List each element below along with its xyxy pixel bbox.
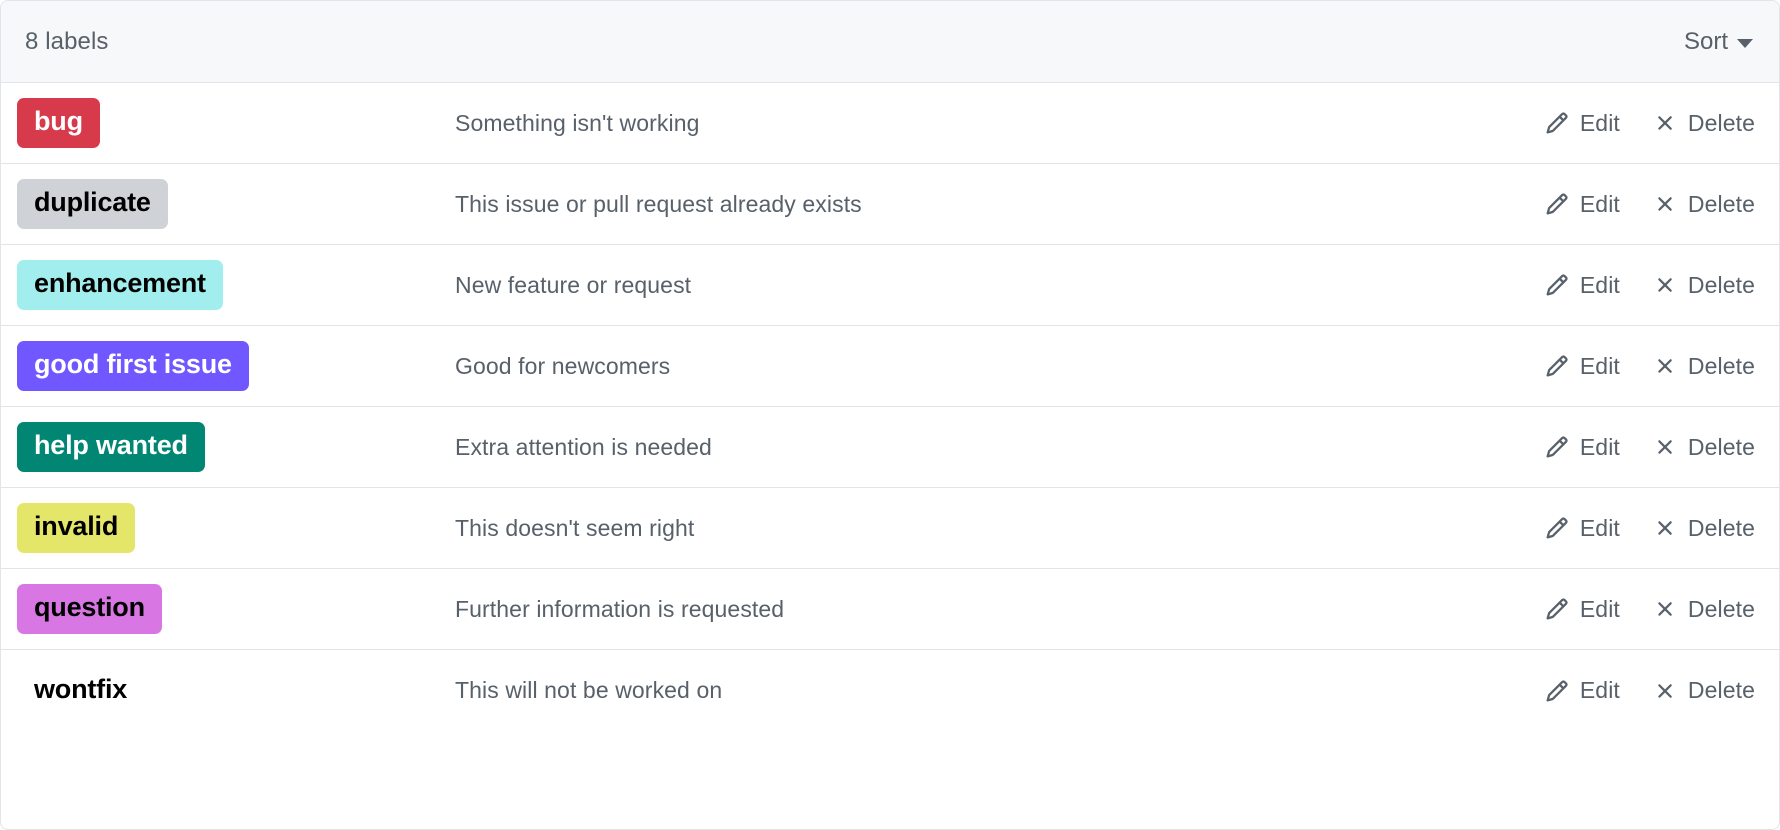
edit-button-label: Edit: [1579, 433, 1620, 460]
label-description: New feature or request: [455, 271, 692, 298]
delete-button[interactable]: Delete: [1653, 111, 1755, 135]
delete-button-label: Delete: [1687, 514, 1755, 541]
delete-button-label: Delete: [1687, 271, 1755, 298]
labels-count: 8 labels: [25, 27, 109, 55]
label-name-cell: bug: [17, 98, 440, 148]
pencil-icon: [1545, 273, 1569, 297]
table-row: question Further information is requeste…: [1, 569, 1779, 650]
label-description: Something isn't working: [455, 109, 700, 136]
labels-header: 8 labels Sort: [1, 1, 1779, 83]
edit-button[interactable]: Edit: [1545, 273, 1620, 297]
close-x-icon: [1653, 111, 1677, 135]
edit-button[interactable]: Edit: [1545, 111, 1620, 135]
label-badge[interactable]: invalid: [17, 503, 136, 553]
label-actions: Edit Delete: [1545, 435, 1757, 459]
edit-button-label: Edit: [1579, 271, 1620, 298]
delete-button-label: Delete: [1687, 595, 1755, 622]
table-row: duplicate This issue or pull request alr…: [1, 164, 1779, 245]
label-badge[interactable]: wontfix: [17, 665, 145, 716]
edit-button[interactable]: Edit: [1545, 435, 1620, 459]
label-badge[interactable]: good first issue: [17, 341, 249, 391]
close-x-icon: [1653, 679, 1677, 703]
delete-button[interactable]: Delete: [1653, 354, 1755, 378]
delete-button-label: Delete: [1687, 109, 1755, 136]
delete-button[interactable]: Delete: [1653, 516, 1755, 540]
edit-button[interactable]: Edit: [1545, 516, 1620, 540]
delete-button-label: Delete: [1687, 677, 1755, 703]
close-x-icon: [1653, 597, 1677, 621]
edit-button-label: Edit: [1579, 352, 1620, 379]
label-badge[interactable]: help wanted: [17, 422, 205, 472]
label-description: This issue or pull request already exist…: [455, 190, 862, 217]
sort-label: Sort: [1683, 27, 1728, 55]
label-actions: Edit Delete: [1545, 354, 1757, 378]
edit-button-label: Edit: [1579, 595, 1620, 622]
label-name-cell: help wanted: [17, 422, 440, 472]
table-row: bug Something isn't working Edit Delete: [1, 83, 1779, 164]
table-row: good first issue Good for newcomers Edit…: [1, 326, 1779, 407]
label-name-cell: question: [17, 584, 440, 634]
labels-container: 8 labels Sort bug Something isn't workin…: [0, 0, 1780, 830]
label-description: Good for newcomers: [455, 352, 671, 379]
pencil-icon: [1545, 435, 1569, 459]
label-badge[interactable]: question: [17, 584, 162, 634]
close-x-icon: [1653, 435, 1677, 459]
close-x-icon: [1653, 192, 1677, 216]
label-description: This will not be worked on: [455, 677, 723, 703]
label-actions: Edit Delete: [1545, 679, 1757, 703]
table-row: wontfix This will not be worked on Edit …: [1, 650, 1779, 731]
pencil-icon: [1545, 597, 1569, 621]
table-row: help wanted Extra attention is needed Ed…: [1, 407, 1779, 488]
delete-button[interactable]: Delete: [1653, 597, 1755, 621]
close-x-icon: [1653, 273, 1677, 297]
label-name-cell: good first issue: [17, 341, 440, 391]
pencil-icon: [1545, 354, 1569, 378]
pencil-icon: [1545, 516, 1569, 540]
label-name-cell: invalid: [17, 503, 440, 553]
label-actions: Edit Delete: [1545, 273, 1757, 297]
label-badge[interactable]: bug: [17, 98, 100, 148]
edit-button[interactable]: Edit: [1545, 597, 1620, 621]
delete-button-label: Delete: [1687, 352, 1755, 379]
label-description: This doesn't seem right: [455, 514, 695, 541]
edit-button[interactable]: Edit: [1545, 192, 1620, 216]
table-row: enhancement New feature or request Edit …: [1, 245, 1779, 326]
delete-button[interactable]: Delete: [1653, 273, 1755, 297]
close-x-icon: [1653, 516, 1677, 540]
delete-button-label: Delete: [1687, 190, 1755, 217]
edit-button-label: Edit: [1579, 190, 1620, 217]
label-name-cell: enhancement: [17, 260, 440, 310]
edit-button[interactable]: Edit: [1545, 679, 1620, 703]
edit-button-label: Edit: [1579, 677, 1620, 703]
pencil-icon: [1545, 111, 1569, 135]
edit-button-label: Edit: [1579, 109, 1620, 136]
label-badge[interactable]: enhancement: [17, 260, 223, 310]
table-row: invalid This doesn't seem right Edit Del…: [1, 488, 1779, 569]
label-name-cell: duplicate: [17, 179, 440, 229]
delete-button-label: Delete: [1687, 433, 1755, 460]
label-description: Further information is requested: [455, 595, 785, 622]
label-actions: Edit Delete: [1545, 597, 1757, 621]
close-x-icon: [1653, 354, 1677, 378]
delete-button[interactable]: Delete: [1653, 435, 1755, 459]
pencil-icon: [1545, 679, 1569, 703]
pencil-icon: [1545, 192, 1569, 216]
delete-button[interactable]: Delete: [1653, 679, 1755, 703]
label-badge[interactable]: duplicate: [17, 179, 168, 229]
label-name-cell: wontfix: [17, 665, 440, 716]
edit-button-label: Edit: [1579, 514, 1620, 541]
labels-list: bug Something isn't working Edit Delete: [1, 83, 1779, 829]
label-actions: Edit Delete: [1545, 192, 1757, 216]
chevron-down-icon: [1737, 39, 1753, 48]
label-actions: Edit Delete: [1545, 516, 1757, 540]
sort-dropdown[interactable]: Sort: [1684, 28, 1757, 56]
label-description: Extra attention is needed: [455, 433, 712, 460]
delete-button[interactable]: Delete: [1653, 192, 1755, 216]
label-actions: Edit Delete: [1545, 111, 1757, 135]
edit-button[interactable]: Edit: [1545, 354, 1620, 378]
